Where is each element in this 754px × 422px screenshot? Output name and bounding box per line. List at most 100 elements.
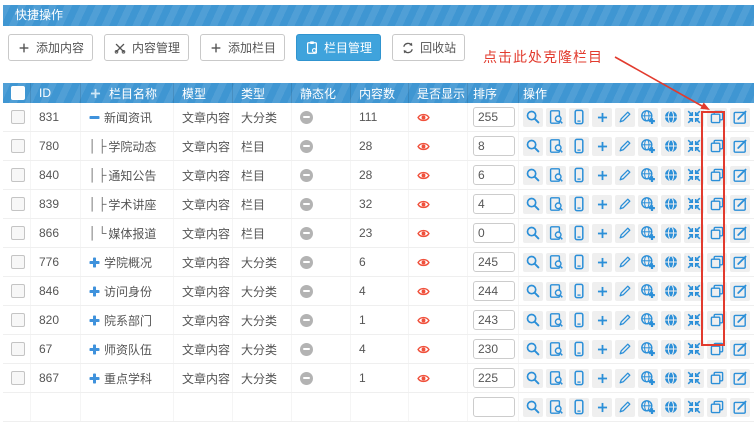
eye-icon[interactable] (417, 285, 430, 298)
op-plus-button[interactable] (592, 195, 612, 214)
op-plus-button[interactable] (592, 311, 612, 330)
op-edit-square-button[interactable] (730, 224, 750, 243)
op-copy-button[interactable] (707, 108, 727, 127)
op-globe-plus-button[interactable] (638, 253, 658, 272)
op-mobile-button[interactable] (569, 398, 589, 417)
op-copy-button[interactable] (707, 195, 727, 214)
name-plus-icon[interactable] (89, 344, 100, 355)
op-plus-button[interactable] (592, 253, 612, 272)
op-mobile-button[interactable] (569, 340, 589, 359)
op-edit-square-button[interactable] (730, 398, 750, 417)
op-edit-square-button[interactable] (730, 195, 750, 214)
op-file-search-button[interactable] (546, 340, 566, 359)
op-pencil-button[interactable] (615, 253, 635, 272)
eye-icon[interactable] (417, 111, 430, 124)
select-all-checkbox[interactable] (11, 86, 25, 100)
toolbar-button-column-manage[interactable]: 栏目管理 (296, 34, 381, 61)
op-mobile-button[interactable] (569, 195, 589, 214)
name-plus-icon[interactable] (89, 315, 100, 326)
op-globe-plus-button[interactable] (638, 311, 658, 330)
static-disabled-icon[interactable] (300, 169, 313, 182)
op-pencil-button[interactable] (615, 137, 635, 156)
static-disabled-icon[interactable] (300, 227, 313, 240)
op-plus-button[interactable] (592, 166, 612, 185)
static-disabled-icon[interactable] (300, 285, 313, 298)
op-file-search-button[interactable] (546, 398, 566, 417)
op-copy-button[interactable] (707, 282, 727, 301)
op-mobile-button[interactable] (569, 137, 589, 156)
op-search-button[interactable] (523, 311, 543, 330)
eye-icon[interactable] (417, 343, 430, 356)
op-pencil-button[interactable] (615, 108, 635, 127)
name-plus-icon[interactable] (89, 286, 100, 297)
toolbar-button-content-manage[interactable]: 内容管理 (104, 34, 189, 61)
op-globe-plus-button[interactable] (638, 224, 658, 243)
sort-input[interactable] (473, 310, 515, 330)
op-search-button[interactable] (523, 166, 543, 185)
op-copy-button[interactable] (707, 340, 727, 359)
op-globe-plus-button[interactable] (638, 166, 658, 185)
op-globe-plus-button[interactable] (638, 398, 658, 417)
op-plus-button[interactable] (592, 369, 612, 388)
op-globe-button[interactable] (661, 282, 681, 301)
op-arrows-in-button[interactable] (684, 224, 704, 243)
op-search-button[interactable] (523, 369, 543, 388)
op-copy-button[interactable] (707, 224, 727, 243)
sort-input[interactable] (473, 223, 515, 243)
op-globe-button[interactable] (661, 253, 681, 272)
op-pencil-button[interactable] (615, 398, 635, 417)
static-disabled-icon[interactable] (300, 343, 313, 356)
row-checkbox[interactable] (11, 197, 25, 211)
static-disabled-icon[interactable] (300, 198, 313, 211)
op-search-button[interactable] (523, 108, 543, 127)
row-checkbox[interactable] (11, 139, 25, 153)
op-edit-square-button[interactable] (730, 369, 750, 388)
op-plus-button[interactable] (592, 224, 612, 243)
op-pencil-button[interactable] (615, 282, 635, 301)
op-search-button[interactable] (523, 398, 543, 417)
op-globe-button[interactable] (661, 398, 681, 417)
op-mobile-button[interactable] (569, 108, 589, 127)
eye-icon[interactable] (417, 227, 430, 240)
static-disabled-icon[interactable] (300, 314, 313, 327)
sort-input[interactable] (473, 281, 515, 301)
static-disabled-icon[interactable] (300, 140, 313, 153)
sort-input[interactable] (473, 339, 515, 359)
static-disabled-icon[interactable] (300, 111, 313, 124)
row-checkbox[interactable] (11, 371, 25, 385)
op-arrows-in-button[interactable] (684, 166, 704, 185)
op-file-search-button[interactable] (546, 224, 566, 243)
op-plus-button[interactable] (592, 398, 612, 417)
op-plus-button[interactable] (592, 108, 612, 127)
op-globe-button[interactable] (661, 340, 681, 359)
op-file-search-button[interactable] (546, 311, 566, 330)
op-globe-plus-button[interactable] (638, 137, 658, 156)
name-plus-icon[interactable] (89, 257, 100, 268)
op-arrows-in-button[interactable] (684, 369, 704, 388)
op-copy-button[interactable] (707, 398, 727, 417)
op-globe-button[interactable] (661, 108, 681, 127)
op-mobile-button[interactable] (569, 166, 589, 185)
row-checkbox[interactable] (11, 342, 25, 356)
op-arrows-in-button[interactable] (684, 253, 704, 272)
op-copy-button[interactable] (707, 311, 727, 330)
op-file-search-button[interactable] (546, 369, 566, 388)
sort-input[interactable] (473, 136, 515, 156)
op-arrows-in-button[interactable] (684, 398, 704, 417)
name-minus-icon[interactable] (89, 112, 100, 123)
op-copy-button[interactable] (707, 166, 727, 185)
op-pencil-button[interactable] (615, 369, 635, 388)
row-checkbox[interactable] (11, 168, 25, 182)
eye-icon[interactable] (417, 256, 430, 269)
op-search-button[interactable] (523, 195, 543, 214)
op-globe-plus-button[interactable] (638, 282, 658, 301)
op-edit-square-button[interactable] (730, 282, 750, 301)
sort-input[interactable] (473, 165, 515, 185)
op-file-search-button[interactable] (546, 282, 566, 301)
op-arrows-in-button[interactable] (684, 137, 704, 156)
op-globe-plus-button[interactable] (638, 195, 658, 214)
op-globe-button[interactable] (661, 166, 681, 185)
row-checkbox[interactable] (11, 284, 25, 298)
op-file-search-button[interactable] (546, 108, 566, 127)
row-checkbox[interactable] (11, 110, 25, 124)
